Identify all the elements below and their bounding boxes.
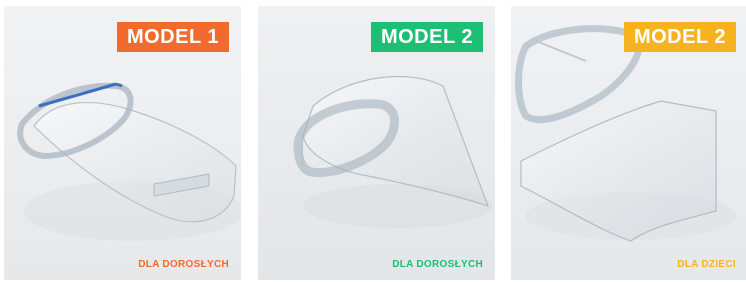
product-card-model-1-adults[interactable]: MODEL 1 DLA DOROSŁYCH: [4, 6, 241, 280]
product-card-model-2-kids[interactable]: MODEL 2 DLA DZIECI: [511, 6, 746, 280]
product-card-model-2-adults[interactable]: MODEL 2 DLA DOROSŁYCH: [258, 6, 495, 280]
model-badge: MODEL 2: [370, 22, 483, 52]
target-group-label: DLA DZIECI: [677, 259, 736, 270]
target-group-label: DLA DOROSŁYCH: [138, 259, 229, 270]
product-gallery: MODEL 1 DLA DOROSŁYCH MODEL 2 DLA DOROSŁ…: [0, 0, 746, 282]
target-group-label: DLA DOROSŁYCH: [392, 259, 483, 270]
model-badge: MODEL 2: [623, 22, 736, 52]
model-badge: MODEL 1: [116, 22, 229, 52]
